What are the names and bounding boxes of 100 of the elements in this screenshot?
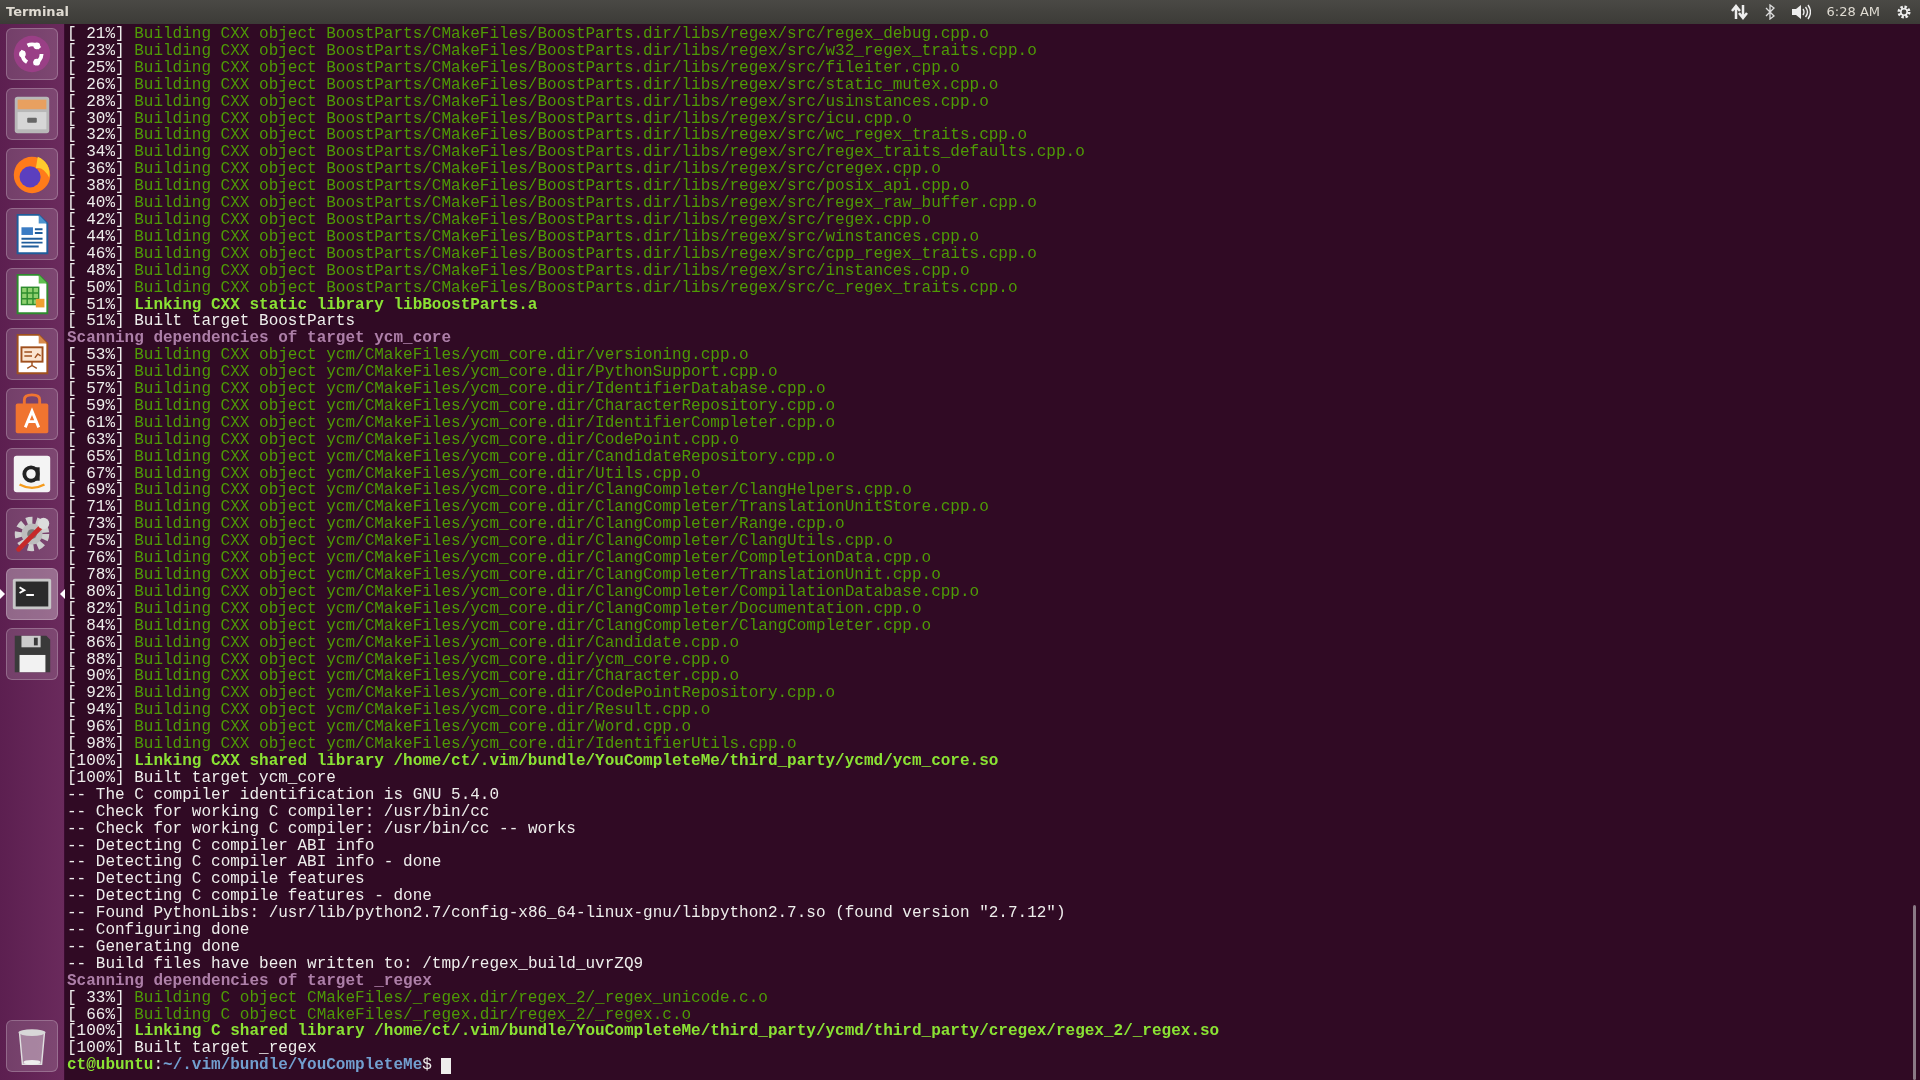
build-message: Building CXX object ycm/CMakeFiles/ycm_core.dir/ycm_core.cpp.o xyxy=(134,651,730,669)
info-message: -- Found PythonLibs: /usr/lib/python2.7/config-x86_64-linux-gnu/libpython2.7.so (found version "2.7.12") xyxy=(67,905,1066,923)
launcher-tile[interactable] xyxy=(6,148,58,200)
progress-percent: [ 44%] xyxy=(67,228,125,246)
progress-percent: [ 80%] xyxy=(67,583,125,601)
build-message: Building CXX object ycm/CMakeFiles/ycm_core.dir/ClangCompleter/CompilationDatabase.cpp.o xyxy=(134,583,980,601)
clock-text[interactable]: 6:28 AM xyxy=(1826,2,1880,22)
build-message: Building CXX object ycm/CMakeFiles/ycm_core.dir/CodePoint.cpp.o xyxy=(134,431,740,449)
build-message: Building CXX object ycm/CMakeFiles/ycm_core.dir/ClangCompleter/CompletionData.cpp.o xyxy=(134,550,932,567)
progress-percent: [ 26%] xyxy=(67,76,125,94)
link-message: Linking C shared library /home/ct/.vim/bundle/YouCompleteMe/third_party/ycmd/third_party/cregex/regex_2/_regex.so xyxy=(134,1023,1220,1041)
volume-icon[interactable] xyxy=(1790,4,1811,20)
info-message: -- Detecting C compiler ABI info - done xyxy=(67,854,442,872)
progress-percent: [ 69%] xyxy=(67,482,125,500)
progress-percent: [ 63%] xyxy=(67,431,125,449)
progress-percent: [ 32%] xyxy=(67,127,125,145)
build-message: Building CXX object ycm/CMakeFiles/ycm_core.dir/Utils.cpp.o xyxy=(134,465,701,483)
build-message: Building CXX object BoostParts/CMakeFiles/BoostParts.dir/libs/regex/src/winstances.cpp.o xyxy=(134,228,980,246)
progress-percent: [ 88%] xyxy=(67,651,125,669)
shell-prompt: ct@ubuntu:~/.vim/bundle/YouCompleteMe$ xyxy=(67,1057,432,1075)
progress-percent: [ 66%] xyxy=(67,1006,125,1024)
progress-percent: [ 90%] xyxy=(67,668,125,686)
progress-percent: [ 67%] xyxy=(67,465,125,483)
progress-percent: [ 96%] xyxy=(67,719,125,737)
bluetooth-icon[interactable] xyxy=(1764,4,1775,20)
progress-percent: [100%] xyxy=(67,1040,125,1058)
build-message: Building CXX object BoostParts/CMakeFiles/BoostParts.dir/libs/regex/src/regex_traits_defaults.cpp.o xyxy=(134,144,1085,162)
info-message: -- Detecting C compiler ABI info xyxy=(67,837,375,855)
build-message: Building CXX object BoostParts/CMakeFiles/BoostParts.dir/libs/regex/src/regex_debug.cpp.o xyxy=(134,26,989,43)
link-message: Linking CXX static library libBoostParts.a xyxy=(134,296,538,314)
build-message: Building CXX object ycm/CMakeFiles/ycm_core.dir/CodePointRepository.cpp.o xyxy=(134,685,836,703)
info-message: -- Detecting C compile features xyxy=(67,871,365,889)
progress-percent: [ 21%] xyxy=(67,26,125,43)
build-message: Building CXX object ycm/CMakeFiles/ycm_core.dir/versioning.cpp.o xyxy=(134,347,749,365)
build-message: Building CXX object ycm/CMakeFiles/ycm_core.dir/Result.cpp.o xyxy=(134,702,711,720)
build-message: Building CXX object BoostParts/CMakeFiles/BoostParts.dir/libs/regex/src/icu.cpp.o xyxy=(134,110,912,128)
progress-percent: [ 53%] xyxy=(67,347,125,365)
progress-percent: [ 50%] xyxy=(67,279,125,297)
scan-message: Scanning dependencies of target _regex xyxy=(67,972,432,990)
launcher-tile[interactable] xyxy=(6,628,58,680)
progress-percent: [ 51%] xyxy=(67,313,125,331)
build-message: Building CXX object ycm/CMakeFiles/ycm_core.dir/Word.cpp.o xyxy=(134,719,692,737)
status-message: Built target ycm_core xyxy=(134,769,336,787)
build-message: Building CXX object ycm/CMakeFiles/ycm_core.dir/ClangCompleter/TranslationUnitStore.cpp.o xyxy=(134,499,989,517)
build-message: Building CXX object ycm/CMakeFiles/ycm_core.dir/IdentifierDatabase.cpp.o xyxy=(134,381,826,398)
launcher-tile[interactable] xyxy=(6,28,58,80)
scan-message: Scanning dependencies of target ycm_core xyxy=(67,330,452,348)
text-cursor xyxy=(441,1057,452,1074)
build-message: Building CXX object ycm/CMakeFiles/ycm_core.dir/ClangCompleter/Range.cpp.o xyxy=(134,516,845,534)
launcher-tile[interactable] xyxy=(6,328,58,380)
build-message: Building CXX object ycm/CMakeFiles/ycm_core.dir/IdentifierCompleter.cpp.o xyxy=(134,414,836,432)
launcher-tile[interactable] xyxy=(6,568,58,620)
info-message: -- Generating done xyxy=(67,938,240,956)
launcher-tile[interactable] xyxy=(6,268,58,320)
launcher-tile[interactable] xyxy=(6,508,58,560)
build-message: Building CXX object BoostParts/CMakeFiles/BoostParts.dir/libs/regex/src/cregex.cpp.o xyxy=(134,161,941,179)
progress-percent: [ 51%] xyxy=(67,296,125,314)
build-message: Building CXX object BoostParts/CMakeFiles/BoostParts.dir/libs/regex/src/static_mutex.cpp.o xyxy=(134,76,999,94)
progress-percent: [ 86%] xyxy=(67,634,125,652)
progress-percent: [ 28%] xyxy=(67,93,125,111)
launcher-tile[interactable] xyxy=(6,388,58,440)
progress-percent: [ 84%] xyxy=(67,617,125,635)
network-arrows-icon[interactable] xyxy=(1730,4,1749,20)
progress-percent: [100%] xyxy=(67,752,125,770)
progress-percent: [ 92%] xyxy=(67,685,125,703)
build-message: Building CXX object ycm/CMakeFiles/ycm_core.dir/PythonSupport.cpp.o xyxy=(134,364,778,382)
build-message: Building CXX object ycm/CMakeFiles/ycm_core.dir/CharacterRepository.cpp.o xyxy=(134,397,836,415)
progress-percent: [ 46%] xyxy=(67,245,125,263)
status-message: Built target BoostParts xyxy=(134,313,356,331)
progress-percent: [ 71%] xyxy=(67,499,125,517)
build-message: Building CXX object ycm/CMakeFiles/ycm_core.dir/ClangCompleter/TranslationUnit.cpp.o xyxy=(134,567,941,584)
progress-percent: [ 76%] xyxy=(67,550,125,567)
build-message: Building CXX object ycm/CMakeFiles/ycm_core.dir/IdentifierUtils.cpp.o xyxy=(134,736,797,753)
launcher-tile[interactable] xyxy=(6,208,58,260)
progress-percent: [ 65%] xyxy=(67,448,125,466)
settings-icon[interactable] xyxy=(1896,4,1912,20)
info-message: -- Configuring done xyxy=(67,922,250,939)
progress-percent: [ 40%] xyxy=(67,195,125,212)
status-message: Built target _regex xyxy=(134,1040,317,1058)
build-message: Building CXX object BoostParts/CMakeFiles/BoostParts.dir/libs/regex/src/w32_regex_traits.cpp.o xyxy=(134,42,1037,60)
progress-percent: [ 94%] xyxy=(67,702,125,720)
build-message: Building CXX object ycm/CMakeFiles/ycm_core.dir/ClangCompleter/Documentation.cpp.o xyxy=(134,600,922,618)
progress-percent: [ 33%] xyxy=(67,989,125,1007)
build-message: Building CXX object BoostParts/CMakeFiles/BoostParts.dir/libs/regex/src/instances.cpp.o xyxy=(134,262,970,280)
build-message: Building C object CMakeFiles/_regex.dir/regex_2/_regex_unicode.c.o xyxy=(134,989,768,1007)
link-message: Linking CXX shared library /home/ct/.vim/bundle/YouCompleteMe/third_party/ycmd/ycm_core.so xyxy=(134,752,999,770)
build-message: Building CXX object BoostParts/CMakeFiles/BoostParts.dir/libs/regex/src/regex_raw_buffer.cpp.o xyxy=(134,195,1037,212)
progress-percent: [ 25%] xyxy=(67,59,125,77)
progress-percent: [ 73%] xyxy=(67,516,125,534)
progress-percent: [100%] xyxy=(67,769,125,787)
launcher-tile[interactable] xyxy=(6,448,58,500)
progress-percent: [ 38%] xyxy=(67,178,125,196)
build-message: Building CXX object ycm/CMakeFiles/ycm_core.dir/ClangCompleter/ClangUtils.cpp.o xyxy=(134,533,893,551)
launcher-tile[interactable] xyxy=(6,1020,58,1072)
launcher-tile[interactable] xyxy=(6,88,58,140)
scrollbar-thumb[interactable] xyxy=(1913,905,1916,1080)
window-title: Terminal xyxy=(5,3,69,22)
info-message: -- Detecting C compile features - done xyxy=(67,888,432,906)
build-message: Building CXX object BoostParts/CMakeFiles/BoostParts.dir/libs/regex/src/wc_regex_traits.cpp.o xyxy=(134,127,1028,145)
progress-percent: [ 36%] xyxy=(67,161,125,179)
